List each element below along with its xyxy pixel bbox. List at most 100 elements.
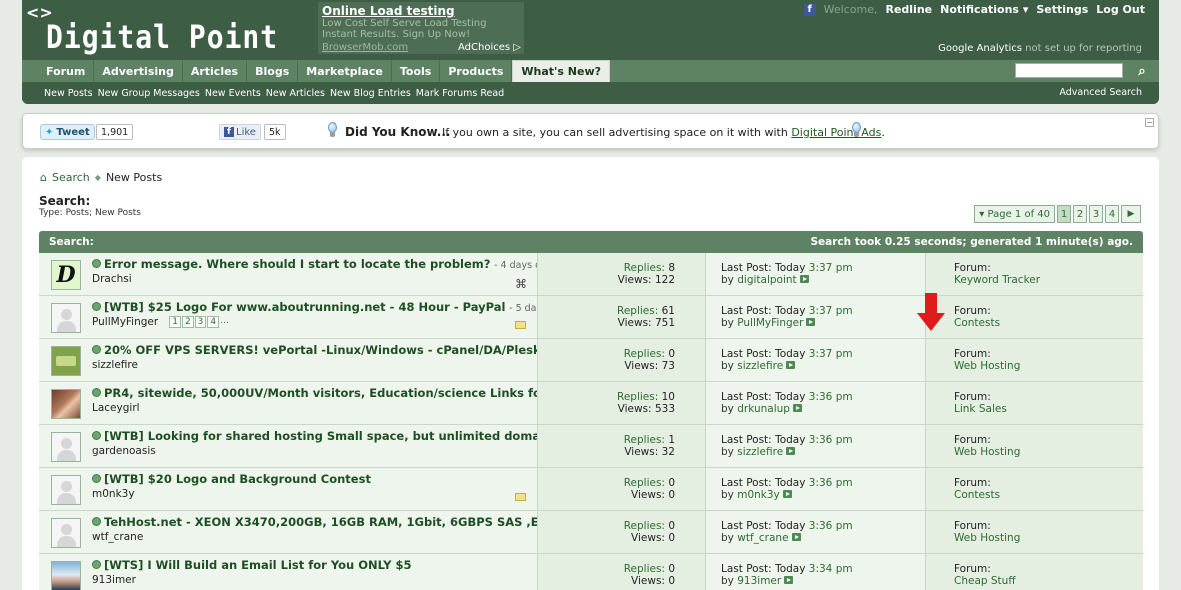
subnav-new-posts[interactable]: New Posts [44, 88, 93, 99]
settings-link[interactable]: Settings [1036, 3, 1088, 16]
ad-url-link[interactable]: BrowserMob.com [322, 42, 408, 53]
thread-author-link[interactable]: gardenoasis [92, 445, 156, 457]
go-to-last-post-icon[interactable] [784, 576, 794, 584]
tag-icon[interactable]: ⌘ [515, 277, 527, 291]
thread-page-link[interactable]: 4 [207, 316, 220, 328]
thread-author-link[interactable]: Laceygirl [92, 402, 140, 414]
last-post-user-link[interactable]: wtf_crane [737, 532, 788, 544]
thread-stats: Replies: 0 Views: 73 [537, 339, 705, 381]
thread-title-link[interactable]: 20% OFF VPS SERVERS! vePortal -Linux/Win… [104, 343, 570, 357]
last-post-user-link[interactable]: drkunalup [737, 403, 790, 415]
page-link-1[interactable]: 1 [1057, 205, 1071, 223]
views-label: Views: [617, 317, 652, 329]
tab-blogs[interactable]: Blogs [247, 60, 299, 82]
last-post-user-link[interactable]: m0nk3y [737, 489, 780, 501]
go-to-last-post-icon[interactable] [786, 447, 796, 455]
tab-tools[interactable]: Tools [392, 60, 441, 82]
tab-products[interactable]: Products [440, 60, 513, 82]
last-post-user-link[interactable]: 913imer [737, 575, 781, 587]
notifications-label: Notifications [940, 3, 1019, 16]
tab-forum[interactable]: Forum [38, 60, 95, 82]
last-post-user-link[interactable]: digitalpoint [737, 274, 796, 286]
go-to-last-post-icon[interactable] [806, 318, 816, 326]
thread-author-link[interactable]: sizzlefire [92, 359, 138, 371]
thread-author-link[interactable]: Drachsi [92, 273, 132, 285]
page-link-2[interactable]: 2 [1073, 205, 1087, 223]
by-label: by [721, 532, 734, 544]
go-to-last-post-icon[interactable] [799, 275, 809, 283]
quick-search-input[interactable] [1015, 63, 1123, 78]
next-page-icon[interactable]: ▶ [1121, 205, 1141, 223]
forum-link[interactable]: Web Hosting [954, 446, 1143, 458]
avatar[interactable] [51, 346, 81, 376]
views-count: 751 [654, 317, 675, 329]
forum-link[interactable]: Web Hosting [954, 360, 1143, 372]
page-link-4[interactable]: 4 [1105, 205, 1119, 223]
tweet-button[interactable]: ✦ Tweet [40, 124, 95, 140]
tab-articles[interactable]: Articles [183, 60, 248, 82]
thread-title-link[interactable]: [WTB] $20 Logo and Background Contest [104, 472, 371, 486]
thread-page-link[interactable]: 1 [169, 316, 181, 328]
forum-link[interactable]: Keyword Tracker [954, 274, 1143, 286]
forum-link[interactable]: Contests [954, 489, 1143, 501]
table-row: 20% OFF VPS SERVERS! vePortal -Linux/Win… [39, 339, 1143, 382]
avatar[interactable]: D [51, 260, 81, 290]
subnav-mark-forums-read[interactable]: Mark Forums Read [416, 88, 504, 99]
breadcrumb-search-link[interactable]: Search [52, 171, 90, 184]
tab-advertising[interactable]: Advertising [94, 60, 183, 82]
last-post-user-link[interactable]: PullMyFinger [737, 317, 803, 329]
avatar[interactable] [51, 475, 81, 505]
thread-page-link[interactable]: 3 [194, 316, 207, 328]
thread-author-link[interactable]: 913imer [92, 574, 136, 586]
avatar[interactable] [51, 561, 81, 590]
thread-title-link[interactable]: [WTB] $25 Logo For www.aboutrunning.net … [104, 300, 505, 314]
last-post-user-link[interactable]: sizzlefire [737, 446, 783, 458]
avatar[interactable] [51, 303, 81, 333]
advanced-search-link[interactable]: Advanced Search [1059, 87, 1142, 98]
facebook-like-button[interactable]: f Like [219, 124, 261, 140]
thread-title-link[interactable]: [WTB] Looking for shared hosting Small s… [104, 429, 559, 443]
username-link[interactable]: Redline [885, 3, 932, 16]
analytics-label[interactable]: Google Analytics [938, 43, 1022, 54]
logout-link[interactable]: Log Out [1096, 3, 1145, 16]
facebook-icon[interactable]: f [803, 3, 816, 16]
thread-author-link[interactable]: wtf_crane [92, 531, 143, 543]
subnav-new-articles[interactable]: New Articles [266, 88, 325, 99]
page-jump-dropdown[interactable]: ▾ Page 1 of 40 [974, 205, 1055, 223]
go-to-last-post-icon[interactable] [786, 361, 796, 369]
last-post-info: Last Post: Today 3:36 pm by wtf_crane [705, 511, 925, 553]
go-to-last-post-icon[interactable] [791, 533, 801, 541]
tab-marketplace[interactable]: Marketplace [298, 60, 392, 82]
avatar[interactable] [51, 518, 81, 548]
page-link-3[interactable]: 3 [1089, 205, 1103, 223]
thread-author-link[interactable]: PullMyFinger [92, 316, 158, 328]
forum-link[interactable]: Contests [954, 317, 1143, 329]
go-to-last-post-icon[interactable] [792, 404, 802, 412]
avatar[interactable] [51, 389, 81, 419]
collapse-icon[interactable]: − [1145, 118, 1154, 127]
subnav-new-group-messages[interactable]: New Group Messages [98, 88, 200, 99]
ad-title-link[interactable]: Online Load testing [322, 4, 520, 18]
notifications-menu[interactable]: Notifications ▾ [940, 3, 1028, 16]
search-icon[interactable]: ⌕ [1133, 62, 1151, 80]
avatar[interactable] [51, 432, 81, 462]
adchoices-link[interactable]: AdChoices ▷ [458, 42, 521, 53]
thread-title-link[interactable]: TehHost.net - XEON X3470,200GB, 16GB RAM… [104, 515, 570, 529]
site-logo[interactable]: Digital Point [46, 18, 278, 56]
thread-status-icon [92, 388, 101, 397]
thread-author-link[interactable]: m0nk3y [92, 488, 135, 500]
thread-title-link[interactable]: Error message. Where should I start to l… [104, 257, 490, 271]
go-to-last-post-icon[interactable] [782, 490, 792, 498]
thread-title-link[interactable]: [WTS] I Will Build an Email List for You… [104, 558, 411, 572]
thread-title-link[interactable]: PR4, sitewide, 50,000UV/Month visitors, … [104, 386, 570, 400]
subnav-new-blog-entries[interactable]: New Blog Entries [330, 88, 411, 99]
last-post-user-link[interactable]: sizzlefire [737, 360, 783, 372]
forum-link[interactable]: Web Hosting [954, 532, 1143, 544]
digital-point-ads-link[interactable]: Digital Point Ads [791, 126, 881, 139]
forum-link[interactable]: Link Sales [954, 403, 1143, 415]
forum-link[interactable]: Cheap Stuff [954, 575, 1143, 587]
subnav-new-events[interactable]: New Events [205, 88, 261, 99]
tab-whats-new[interactable]: What's New? [512, 60, 611, 82]
home-icon[interactable]: ⌂ [40, 171, 47, 184]
thread-page-link[interactable]: 2 [181, 316, 194, 328]
